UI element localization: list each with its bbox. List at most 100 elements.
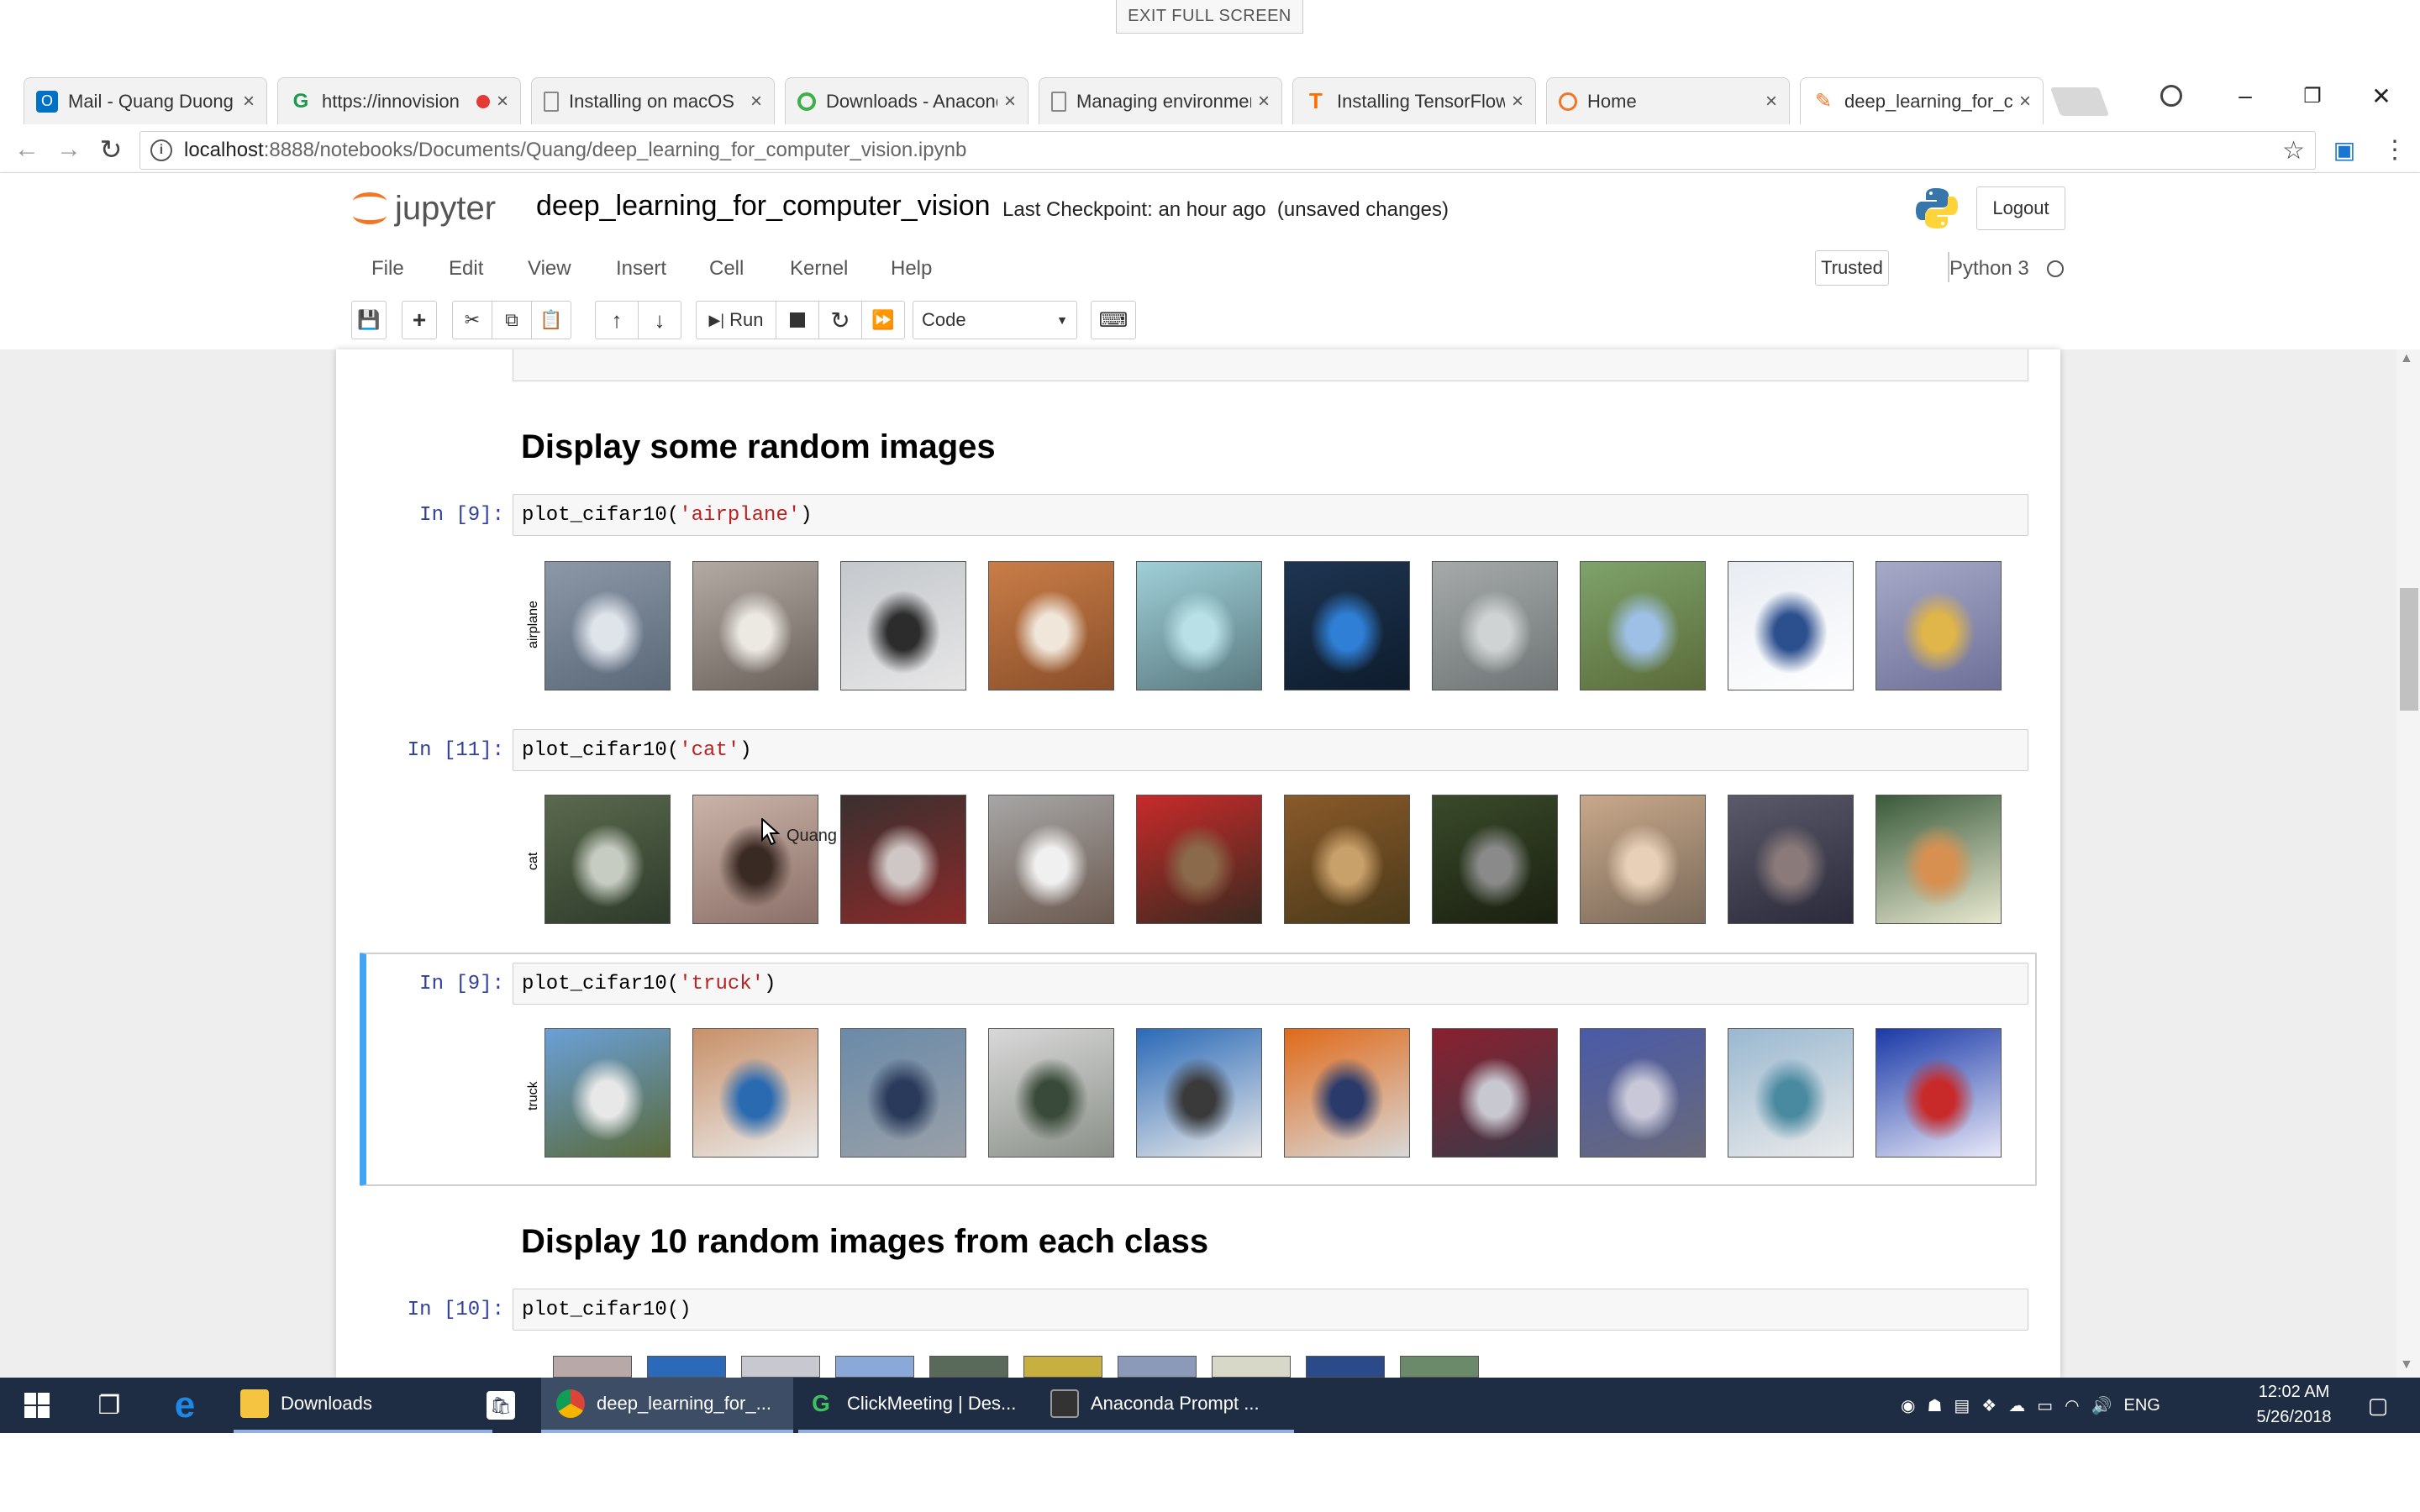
- code-function: plot_cifar10(: [522, 972, 680, 995]
- exit-full-screen-button[interactable]: EXIT FULL SCREEN: [1116, 0, 1303, 34]
- clock[interactable]: 12:02 AM 5/26/2018: [2244, 1379, 2344, 1430]
- extension-icon[interactable]: ▣: [2328, 133, 2361, 166]
- notes-icon[interactable]: ▤: [1954, 1395, 1970, 1416]
- scroll-up-arrow-icon[interactable]: ▲: [2400, 351, 2413, 366]
- media-icon[interactable]: ◉: [1901, 1395, 1915, 1416]
- cloud-icon[interactable]: ☁: [2008, 1395, 2025, 1416]
- page-icon: [1051, 91, 1066, 112]
- tab-deep-learning-notebook[interactable]: ✎ deep_learning_for_computer_vision ×: [1800, 77, 2044, 124]
- taskbar-item-downloads[interactable]: Downloads: [234, 1378, 492, 1433]
- interrupt-button[interactable]: [776, 301, 819, 339]
- code-cell-input[interactable]: plot_cifar10('cat'): [513, 729, 2028, 771]
- store-button[interactable]: 🛍: [484, 1378, 518, 1433]
- code-cell-input[interactable]: plot_cifar10('airplane'): [513, 494, 2028, 536]
- image-thumbnail: [1432, 1028, 1558, 1158]
- action-center-button[interactable]: ▢: [2353, 1378, 2403, 1433]
- forward-button[interactable]: →: [52, 133, 86, 166]
- kernel-name[interactable]: Python 3: [1949, 257, 2029, 281]
- scrollbar[interactable]: [2396, 349, 2420, 1378]
- dropbox-icon[interactable]: ❖: [1981, 1395, 1996, 1416]
- tab-home[interactable]: Home ×: [1546, 77, 1790, 124]
- taskbar-item-anaconda-prompt[interactable]: Anaconda Prompt ...: [1042, 1378, 1294, 1433]
- paste-button[interactable]: 📋: [531, 301, 571, 339]
- tab-downloads-anaconda[interactable]: Downloads - Anaconda ×: [785, 77, 1028, 124]
- battery-icon[interactable]: ▭: [2037, 1395, 2053, 1416]
- menu-edit[interactable]: Edit: [449, 257, 483, 281]
- address-bar[interactable]: i localhost:8888/notebooks/Documents/Qua…: [139, 131, 2316, 170]
- close-icon[interactable]: ×: [1258, 90, 1270, 113]
- insert-cell-button[interactable]: +: [402, 301, 437, 339]
- tab-mail[interactable]: O Mail - Quang Duong ×: [24, 77, 267, 124]
- tab-installing-macos[interactable]: Installing on macOS ×: [531, 77, 775, 124]
- code-cell-input[interactable]: plot_cifar10(): [513, 1289, 2028, 1331]
- cut-button[interactable]: ✂: [452, 301, 492, 339]
- close-icon[interactable]: ×: [750, 90, 762, 113]
- network-share-icon[interactable]: ☗: [1927, 1395, 1942, 1416]
- tab-installing-tensorflow[interactable]: T Installing TensorFlow ×: [1292, 77, 1536, 124]
- code-cell-input[interactable]: plot_cifar10('truck'): [513, 963, 2028, 1005]
- save-icon: 💾: [357, 309, 381, 330]
- scroll-down-arrow-icon[interactable]: ▼: [2400, 1357, 2413, 1373]
- edge-button[interactable]: e: [160, 1378, 210, 1433]
- image-thumbnail: [988, 1028, 1114, 1158]
- volume-icon[interactable]: 🔊: [2091, 1395, 2112, 1416]
- image-thumbnail: [1212, 1356, 1291, 1378]
- close-icon[interactable]: ×: [1765, 90, 1777, 113]
- terminal-icon: [1050, 1389, 1079, 1418]
- cell-type-select[interactable]: Code ▼: [913, 301, 1077, 339]
- taskbar-item-label: ClickMeeting | Des...: [847, 1393, 1017, 1414]
- info-icon[interactable]: i: [150, 139, 172, 161]
- tab-innovision[interactable]: G https://innovision ×: [277, 77, 521, 124]
- notebook-name[interactable]: deep_learning_for_computer_vision: [536, 190, 991, 223]
- logout-button[interactable]: Logout: [1976, 186, 2065, 230]
- anaconda-icon: [797, 92, 816, 111]
- new-tab-button[interactable]: [2049, 87, 2110, 116]
- jupyter-logo[interactable]: jupyter: [353, 185, 496, 232]
- save-button[interactable]: 💾: [351, 301, 387, 339]
- chrome-icon: [556, 1389, 585, 1418]
- menu-kebab-icon[interactable]: ⋮: [2378, 133, 2412, 166]
- trusted-indicator[interactable]: Trusted: [1815, 250, 1889, 286]
- close-icon[interactable]: ×: [2019, 90, 2031, 113]
- start-button[interactable]: [12, 1378, 62, 1433]
- task-view-button[interactable]: ❐: [84, 1378, 134, 1433]
- taskbar-item-clickmeeting[interactable]: G ClickMeeting | Des...: [798, 1378, 1047, 1433]
- command-palette-button[interactable]: ⌨: [1091, 301, 1136, 339]
- restore-button[interactable]: ❐: [2287, 77, 2338, 114]
- menu-cell[interactable]: Cell: [709, 257, 744, 281]
- page-icon: [544, 91, 559, 112]
- close-icon[interactable]: ×: [243, 90, 255, 113]
- image-thumbnail: [647, 1356, 726, 1378]
- profile-icon[interactable]: [2146, 77, 2196, 114]
- close-icon[interactable]: ×: [1512, 90, 1523, 113]
- bookmark-star-icon[interactable]: ☆: [2282, 136, 2305, 165]
- menu-view[interactable]: View: [528, 257, 571, 281]
- restart-button[interactable]: ↻: [818, 301, 862, 339]
- minimize-button[interactable]: –: [2220, 77, 2270, 114]
- clickmeeting-icon: G: [292, 89, 309, 113]
- tab-managing-environments[interactable]: Managing environments ×: [1039, 77, 1282, 124]
- close-icon[interactable]: ×: [1004, 90, 1016, 113]
- close-window-button[interactable]: ✕: [2356, 77, 2407, 114]
- move-up-button[interactable]: ↑: [595, 301, 639, 339]
- image-thumbnail: [544, 1028, 671, 1158]
- menu-insert[interactable]: Insert: [616, 257, 666, 281]
- run-button[interactable]: ▶| Run: [696, 301, 776, 339]
- wifi-icon[interactable]: ◠: [2065, 1395, 2079, 1416]
- taskbar-item-chrome[interactable]: deep_learning_for_...: [541, 1378, 793, 1433]
- jupyter-icon: [1559, 92, 1577, 111]
- taskbar-item-label: deep_learning_for_...: [597, 1393, 771, 1414]
- move-down-button[interactable]: ↓: [638, 301, 681, 339]
- copy-button[interactable]: ⧉: [492, 301, 532, 339]
- menu-file[interactable]: File: [371, 257, 404, 281]
- back-button[interactable]: ←: [10, 133, 44, 166]
- scrollbar-thumb[interactable]: [2400, 588, 2418, 711]
- reload-button[interactable]: ↻: [94, 133, 128, 166]
- menu-kernel[interactable]: Kernel: [790, 257, 848, 281]
- image-thumbnail: [840, 795, 966, 924]
- menu-help[interactable]: Help: [891, 257, 932, 281]
- restart-run-all-button[interactable]: ⏩: [861, 301, 905, 339]
- language-indicator[interactable]: ENG: [2124, 1396, 2160, 1415]
- close-icon[interactable]: ×: [497, 90, 508, 113]
- cell-type-value: Code: [922, 309, 966, 330]
